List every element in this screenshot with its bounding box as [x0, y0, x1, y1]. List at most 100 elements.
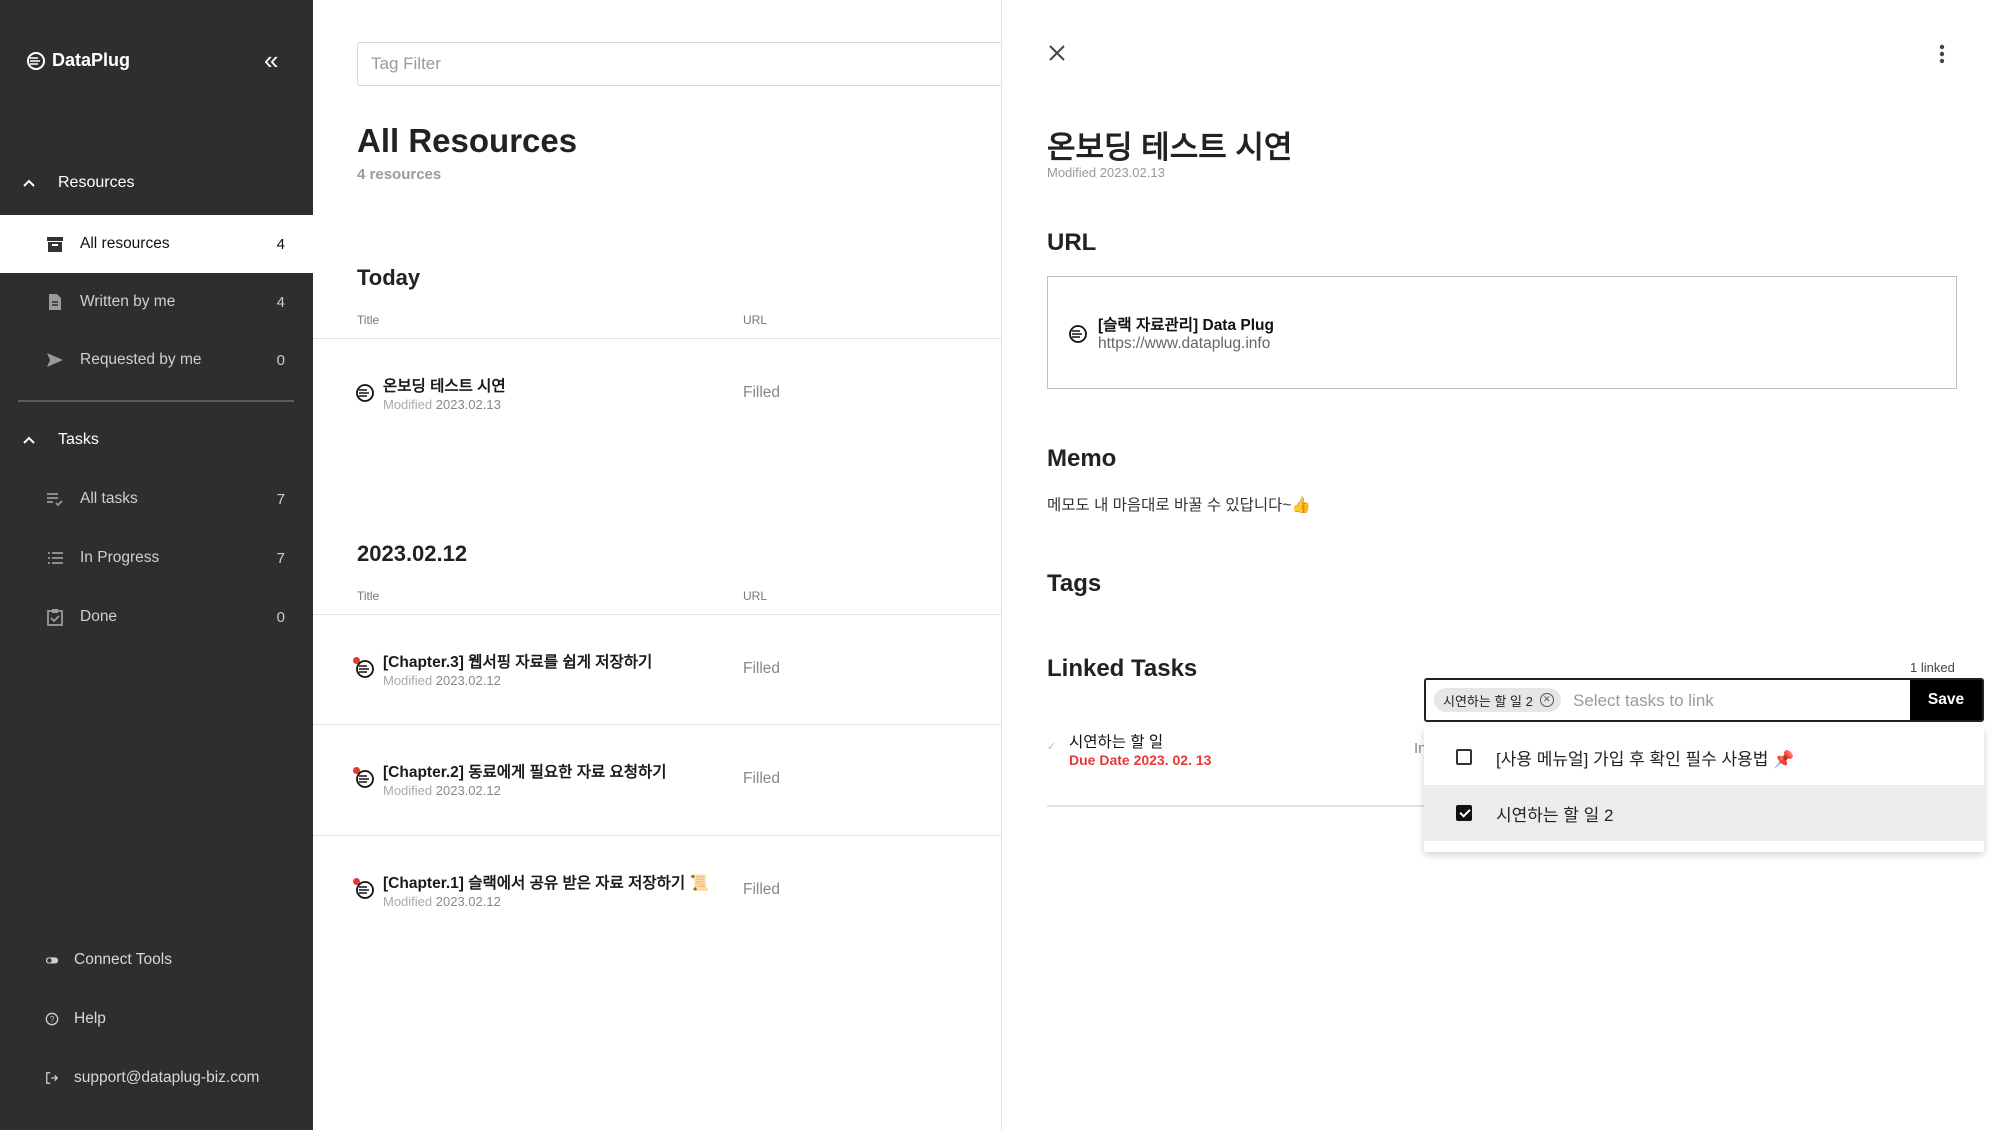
- table-row[interactable]: 온보딩 테스트 시연 Modified 2023.02.13 Filled: [313, 339, 1001, 449]
- remove-chip-icon[interactable]: ✕: [1539, 693, 1554, 707]
- task-option[interactable]: 시연하는 할 일 2: [1424, 785, 1984, 841]
- sidebar-support-email[interactable]: support@dataplug-biz.com: [44, 1069, 259, 1087]
- brand-name: DataPlug: [52, 50, 131, 70]
- task-search-input[interactable]: Select tasks to link: [1573, 691, 1714, 711]
- resource-list-pane: Tag Filter All Resources 4 resources Tod…: [313, 0, 1057, 1130]
- toggle-icon: [44, 952, 60, 968]
- page-title: All Resources: [357, 122, 578, 159]
- logout-icon: [44, 1070, 60, 1086]
- sidebar-item-requested-by-me[interactable]: Requested by me 0: [0, 331, 313, 389]
- sidebar-item-label: All tasks: [80, 490, 138, 507]
- sidebar-connect-tools[interactable]: Connect Tools: [44, 951, 172, 969]
- memo-text[interactable]: 메모도 내 마음대로 바꿀 수 있답니다~👍: [1047, 493, 1311, 515]
- list-icon: [44, 547, 66, 569]
- collapse-sidebar-icon[interactable]: «: [264, 47, 288, 74]
- dataplug-logo-icon: [356, 881, 374, 899]
- archive-icon: [44, 233, 66, 255]
- table-row[interactable]: [Chapter.2] 동료에게 필요한 자료 요청하기 Modified 20…: [313, 725, 1001, 835]
- resource-detail-panel: 온보딩 테스트 시연 Modified 2023.02.13 URL [슬랙 자…: [1001, 0, 2000, 1130]
- section-tasks[interactable]: Tasks: [22, 431, 99, 449]
- brand-logo[interactable]: DataPlug: [26, 50, 130, 71]
- svg-text:?: ?: [50, 1015, 55, 1024]
- close-icon[interactable]: [1048, 44, 1066, 62]
- sidebar-item-count: 7: [276, 490, 285, 508]
- tag-filter-input[interactable]: Tag Filter: [357, 42, 1057, 86]
- modified-date: 2023.02.12: [435, 783, 501, 798]
- sidebar-item-label: Written by me: [80, 293, 176, 310]
- modified-date: 2023.02.13: [435, 397, 501, 412]
- section-label: Resources: [58, 174, 135, 191]
- sidebar-item-all-resources[interactable]: All resources 4: [0, 215, 313, 273]
- sidebar-item-label: Requested by me: [80, 351, 202, 368]
- sidebar-item-written-by-me[interactable]: Written by me 4: [0, 273, 313, 331]
- detail-title[interactable]: 온보딩 테스트 시연: [1047, 122, 1292, 167]
- footer-label: Connect Tools: [74, 951, 172, 968]
- row-url-status: Filled: [743, 770, 781, 787]
- task-link-selector[interactable]: 시연하는 할 일 2 ✕ Select tasks to link Save: [1424, 678, 1984, 722]
- modified-label: Modified: [383, 783, 433, 798]
- row-title: 온보딩 테스트 시연: [383, 378, 506, 395]
- sidebar-item-count: 4: [276, 293, 285, 311]
- section-resources[interactable]: Resources: [22, 174, 134, 192]
- table-row[interactable]: [Chapter.1] 슬랙에서 공유 받은 자료 저장하기 📜 Modifie…: [313, 836, 1001, 946]
- checklist-icon: [44, 488, 66, 510]
- dataplug-logo-icon: [1069, 325, 1087, 343]
- row-url-status: Filled: [743, 660, 781, 677]
- footer-label: support@dataplug-biz.com: [74, 1069, 260, 1086]
- sidebar-item-label: Done: [80, 608, 118, 625]
- task-divider: [1047, 805, 1427, 807]
- modified-date: 2023.02.12: [435, 673, 501, 688]
- column-header-title: Title: [357, 589, 380, 603]
- linked-count: 1 linked: [1910, 660, 1955, 675]
- row-modified: Modified 2023.02.12: [383, 894, 501, 909]
- column-header-title: Title: [357, 313, 380, 327]
- row-modified: Modified 2023.02.12: [383, 673, 501, 688]
- section-label: Tasks: [58, 431, 99, 448]
- dataplug-logo-icon: [356, 660, 374, 678]
- linked-tasks-heading: Linked Tasks: [1047, 655, 1198, 682]
- sidebar-divider: [18, 400, 294, 402]
- row-title: [Chapter.2] 동료에게 필요한 자료 요청하기: [383, 764, 667, 781]
- option-label: [사용 메뉴얼] 가입 후 확인 필수 사용법 📌: [1496, 749, 1795, 769]
- sidebar: DataPlug « Resources All resources 4 Wri…: [0, 0, 313, 1130]
- sidebar-item-in-progress[interactable]: In Progress 7: [0, 529, 313, 587]
- row-url-status: Filled: [743, 384, 781, 401]
- modified-label: Modified: [383, 673, 433, 688]
- column-header-url: URL: [743, 313, 768, 327]
- help-icon: ?: [44, 1011, 60, 1027]
- selected-task-chip[interactable]: 시연하는 할 일 2 ✕: [1434, 688, 1561, 712]
- table-row[interactable]: [Chapter.3] 웹서핑 자료를 쉽게 저장하기 Modified 202…: [313, 615, 1001, 725]
- row-url-status: Filled: [743, 881, 781, 898]
- modified-label: Modified: [383, 894, 433, 909]
- checkbox-unchecked[interactable]: [1456, 749, 1472, 765]
- sidebar-item-label: In Progress: [80, 549, 160, 566]
- sidebar-item-label: All resources: [80, 235, 170, 252]
- dataplug-logo-icon: [356, 384, 374, 402]
- row-title: [Chapter.1] 슬랙에서 공유 받은 자료 저장하기 📜: [383, 875, 709, 892]
- chip-label: 시연하는 할 일 2: [1443, 693, 1533, 709]
- sidebar-help[interactable]: ? Help: [44, 1010, 106, 1028]
- group-title: Today: [357, 265, 421, 290]
- sidebar-item-done[interactable]: Done 0: [0, 588, 313, 646]
- modified-date: 2023.02.12: [435, 894, 501, 909]
- modified-label: Modified: [383, 397, 433, 412]
- chevron-up-icon: [23, 179, 35, 187]
- save-button[interactable]: Save: [1910, 680, 1982, 720]
- dataplug-logo-icon: [356, 770, 374, 788]
- send-icon: [44, 349, 66, 371]
- url-card-link[interactable]: https://www.dataplug.info: [1098, 335, 1270, 353]
- more-vertical-icon[interactable]: [1939, 44, 1945, 64]
- url-card[interactable]: [슬랙 자료관리] Data Plug https://www.dataplug…: [1047, 276, 1957, 389]
- footer-label: Help: [74, 1010, 106, 1027]
- task-option[interactable]: [사용 메뉴얼] 가입 후 확인 필수 사용법 📌: [1424, 729, 1984, 785]
- check-icon: ✓: [1047, 741, 1057, 753]
- dataplug-logo-icon: [27, 51, 45, 70]
- row-modified: Modified 2023.02.13: [383, 397, 501, 412]
- url-heading: URL: [1047, 229, 1097, 256]
- row-title: [Chapter.3] 웹서핑 자료를 쉽게 저장하기: [383, 654, 653, 671]
- tags-heading: Tags: [1047, 570, 1102, 597]
- group-title: 2023.02.12: [357, 541, 468, 566]
- resource-count: 4 resources: [357, 166, 442, 183]
- checkbox-checked[interactable]: [1456, 805, 1472, 821]
- sidebar-item-all-tasks[interactable]: All tasks 7: [0, 470, 313, 528]
